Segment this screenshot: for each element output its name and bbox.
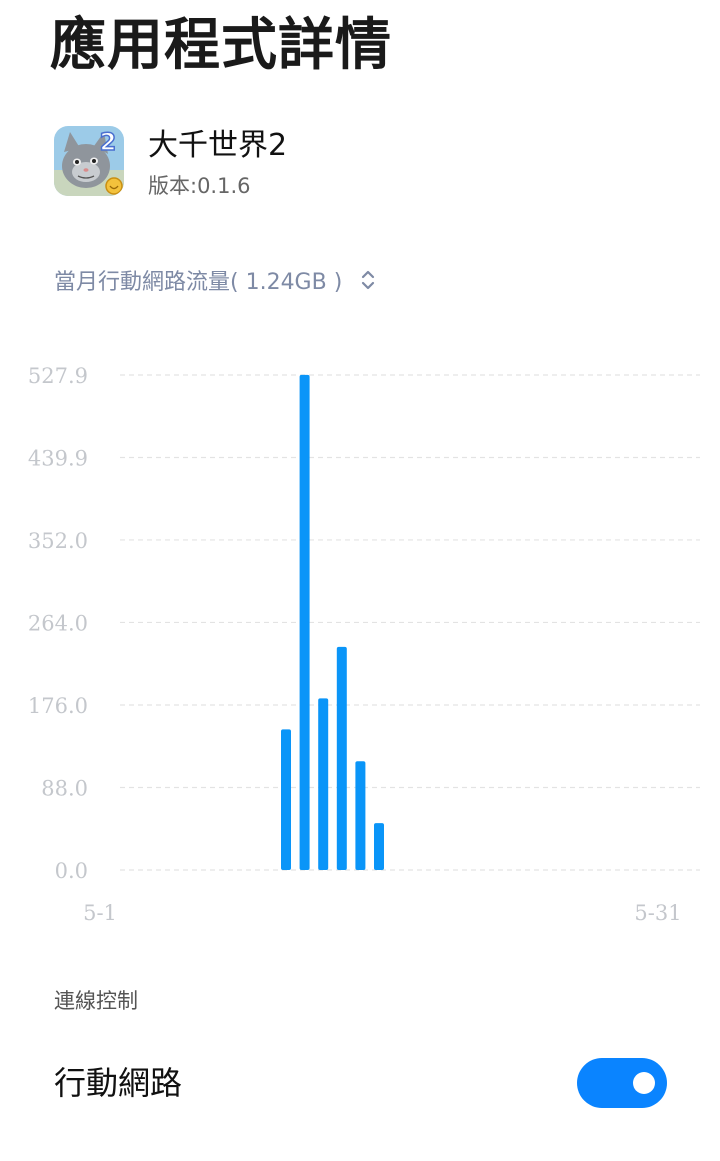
data-usage-selector[interactable]: 當月行動網路流量( 1.24GB ) bbox=[54, 262, 376, 298]
app-version: 版本:0.1.6 bbox=[148, 174, 251, 198]
bar bbox=[299, 374, 310, 870]
y-tick-label: 439.9 bbox=[28, 447, 88, 471]
y-tick-label: 176.0 bbox=[28, 694, 88, 718]
svg-text:2: 2 bbox=[100, 128, 117, 156]
y-tick-label: 0.0 bbox=[55, 859, 88, 883]
y-tick-label: 527.9 bbox=[28, 364, 88, 388]
bar bbox=[281, 729, 291, 870]
app-icon: 2 bbox=[54, 126, 124, 196]
bar bbox=[318, 698, 329, 870]
y-tick-label: 88.0 bbox=[41, 776, 88, 800]
bar bbox=[374, 823, 384, 870]
page-title: 應用程式詳情 bbox=[50, 13, 392, 78]
chevron-up-down-icon bbox=[360, 269, 376, 291]
y-tick-label: 352.0 bbox=[28, 529, 88, 553]
app-name: 大千世界2 bbox=[148, 128, 288, 163]
usage-bar-chart: 0.0 88.0 176.0 264.0 352.0 439.9 527.9 5-1 5-31 bbox=[28, 364, 700, 925]
x-tick-label: 5-31 bbox=[634, 901, 681, 925]
mobile-network-label: 行動網路 bbox=[54, 1064, 183, 1102]
y-tick-label: 264.0 bbox=[28, 611, 88, 635]
mobile-network-toggle[interactable] bbox=[577, 1058, 667, 1108]
data-usage-label: 當月行動網路流量( 1.24GB ) bbox=[54, 270, 343, 295]
toggle-knob bbox=[633, 1072, 655, 1094]
bar bbox=[355, 761, 366, 870]
x-tick-label: 5-1 bbox=[83, 901, 117, 925]
connection-control-heading: 連線控制 bbox=[54, 989, 138, 1013]
bar bbox=[336, 646, 347, 870]
mobile-network-row: 行動網路 bbox=[0, 1052, 720, 1114]
